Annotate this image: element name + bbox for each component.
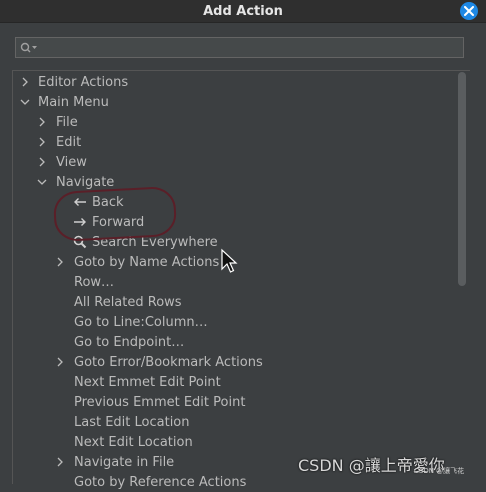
- title-bar: Add Action: [0, 0, 486, 23]
- tree-item-row[interactable]: Row…: [74, 272, 114, 292]
- tree-item-label: Navigate in File: [74, 454, 175, 470]
- tree-item-label: Previous Emmet Edit Point: [74, 394, 246, 410]
- tree-item-label: Search Everywhere: [92, 234, 218, 250]
- chevron-right-icon[interactable]: [55, 357, 65, 367]
- tree-item-label: View: [56, 154, 87, 170]
- tree-item-search-everywhere[interactable]: Search Everywhere: [73, 232, 218, 252]
- tree-item-label: Goto by Name Actions: [74, 254, 220, 270]
- tree-item-next-emmet[interactable]: Next Emmet Edit Point: [74, 372, 221, 392]
- tree-item-file[interactable]: File: [56, 112, 78, 132]
- tree-item-label: Go to Line:Column…: [74, 314, 208, 330]
- search-box[interactable]: [15, 37, 464, 58]
- mouse-cursor-icon: [221, 248, 238, 273]
- tree-item-label: Main Menu: [38, 94, 109, 110]
- tree-item-label: Last Edit Location: [74, 414, 190, 430]
- tree-item-edit[interactable]: Edit: [56, 132, 81, 152]
- tree-item-label: All Related Rows: [74, 294, 182, 310]
- tree-item-navigate-in-file[interactable]: Navigate in File: [74, 452, 174, 472]
- tree-item-label: Back: [92, 194, 124, 210]
- tree-item-go-to-endpoint[interactable]: Go to Endpoint…: [74, 332, 184, 352]
- tree-item-forward[interactable]: Forward: [73, 212, 144, 232]
- chevron-down-icon[interactable]: [20, 97, 30, 107]
- tree-item-label: File: [56, 114, 78, 130]
- tree-item-go-to-line[interactable]: Go to Line:Column…: [74, 312, 208, 332]
- tree-item-all-related-rows[interactable]: All Related Rows: [74, 292, 182, 312]
- tree-item-partial[interactable]: Goto by Reference Actions: [74, 472, 246, 492]
- chevron-right-icon[interactable]: [55, 457, 65, 467]
- tree-item-goto-error-bookmark[interactable]: Goto Error/Bookmark Actions: [74, 352, 263, 372]
- tree-item-label: Editor Actions: [38, 74, 129, 90]
- tree-item-label: Go to Endpoint…: [74, 334, 185, 350]
- chevron-right-icon[interactable]: [37, 157, 47, 167]
- left-arrow-icon: [73, 195, 89, 209]
- magnifier-icon: [73, 235, 89, 249]
- chevron-right-icon[interactable]: [37, 117, 47, 127]
- tree-item-label: Next Edit Location: [74, 434, 193, 450]
- chevron-right-icon[interactable]: [55, 257, 65, 267]
- chevron-right-icon[interactable]: [20, 77, 30, 87]
- tree-item-label: Forward: [92, 214, 145, 230]
- close-button[interactable]: [460, 2, 478, 20]
- tree-item-editor-actions[interactable]: Editor Actions: [38, 72, 128, 92]
- vertical-scrollbar[interactable]: [458, 72, 466, 286]
- tree-item-label: Edit: [56, 134, 82, 150]
- right-arrow-icon: [73, 215, 89, 229]
- tree-item-label: Goto by Reference Actions: [74, 474, 247, 490]
- chevron-right-icon[interactable]: [37, 137, 47, 147]
- watermark-small: CSDN @讓飞花: [414, 467, 465, 475]
- tree-item-label: Next Emmet Edit Point: [74, 374, 221, 390]
- tree-item-label: Row…: [74, 274, 115, 290]
- tree-item-label: Navigate: [56, 174, 115, 190]
- tree-item-last-edit-location[interactable]: Last Edit Location: [74, 412, 190, 432]
- tree-item-previous-emmet[interactable]: Previous Emmet Edit Point: [74, 392, 245, 412]
- tree-item-main-menu[interactable]: Main Menu: [38, 92, 109, 112]
- search-input[interactable]: [38, 38, 463, 57]
- window-title: Add Action: [203, 3, 283, 19]
- close-icon: [464, 6, 474, 16]
- tree-item-label: Goto Error/Bookmark Actions: [74, 354, 263, 370]
- tree-item-navigate[interactable]: Navigate: [56, 172, 114, 192]
- tree-item-goto-by-name[interactable]: Goto by Name Actions: [74, 252, 219, 272]
- search-icon: [20, 42, 37, 52]
- tree-item-view[interactable]: View: [56, 152, 87, 172]
- chevron-down-icon[interactable]: [37, 177, 47, 187]
- tree-item-back[interactable]: Back: [73, 192, 124, 212]
- tree-item-next-edit-location[interactable]: Next Edit Location: [74, 432, 193, 452]
